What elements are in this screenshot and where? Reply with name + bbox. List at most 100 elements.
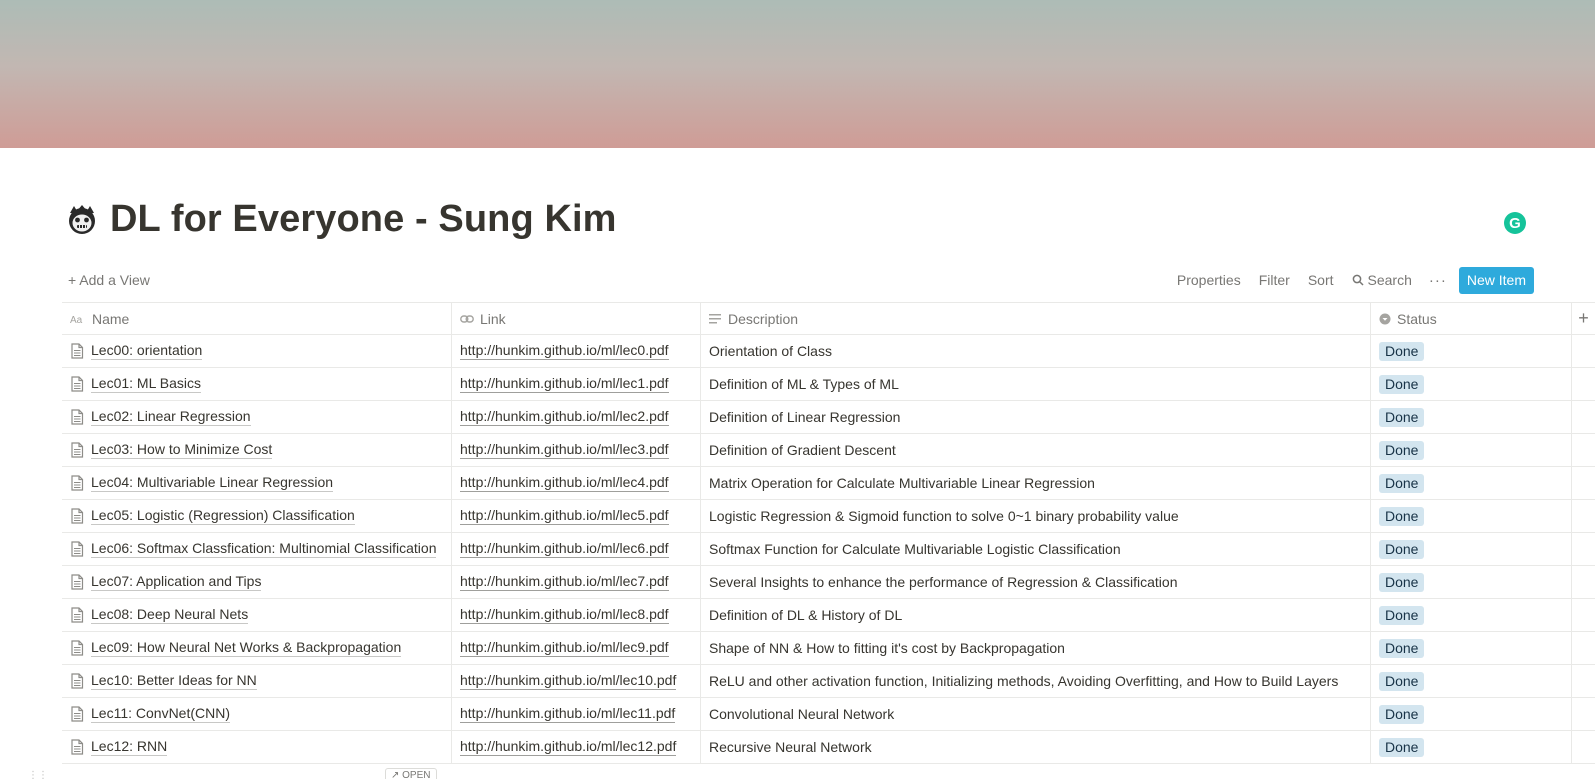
column-header-description[interactable]: Description: [701, 303, 1371, 334]
link-cell[interactable]: http://hunkim.github.io/ml/lec3.pdf: [452, 434, 701, 466]
link-cell[interactable]: http://hunkim.github.io/ml/lec11.pdf: [452, 698, 701, 730]
name-cell[interactable]: Lec03: How to Minimize Cost: [62, 434, 452, 466]
open-page-button[interactable]: ↗ OPEN: [385, 768, 437, 779]
add-view-button[interactable]: + Add a View: [62, 268, 156, 292]
row-name[interactable]: Lec04: Multivariable Linear Regression: [91, 474, 334, 492]
status-cell[interactable]: Done: [1371, 566, 1572, 598]
link-cell[interactable]: http://hunkim.github.io/ml/lec2.pdf: [452, 401, 701, 433]
row-name[interactable]: Lec11: ConvNet(CNN): [91, 705, 231, 723]
row-link[interactable]: http://hunkim.github.io/ml/lec12.pdf: [460, 738, 677, 756]
table-row[interactable]: Lec03: How to Minimize Cost http://hunkim…: [62, 434, 1595, 467]
link-cell[interactable]: http://hunkim.github.io/ml/lec4.pdf: [452, 467, 701, 499]
table-row[interactable]: Lec04: Multivariable Linear Regression ht…: [62, 467, 1595, 500]
link-cell[interactable]: http://hunkim.github.io/ml/lec6.pdf: [452, 533, 701, 565]
filter-button[interactable]: Filter: [1250, 268, 1299, 292]
table-row[interactable]: Lec10: Better Ideas for NN http://hunkim.…: [62, 665, 1595, 698]
description-cell[interactable]: Definition of Gradient Descent: [701, 434, 1371, 466]
row-link[interactable]: http://hunkim.github.io/ml/lec3.pdf: [460, 441, 669, 459]
new-item-button[interactable]: New Item: [1458, 266, 1534, 294]
name-cell[interactable]: Lec01: ML Basics: [62, 368, 452, 400]
name-cell[interactable]: Lec04: Multivariable Linear Regression: [62, 467, 452, 499]
status-cell[interactable]: Done: [1371, 434, 1572, 466]
description-cell[interactable]: Matrix Operation for Calculate Multivari…: [701, 467, 1371, 499]
link-cell[interactable]: http://hunkim.github.io/ml/lec0.pdf: [452, 335, 701, 367]
row-name[interactable]: Lec03: How to Minimize Cost: [91, 441, 273, 459]
row-link[interactable]: http://hunkim.github.io/ml/lec5.pdf: [460, 507, 669, 525]
status-cell[interactable]: Done: [1371, 467, 1572, 499]
status-cell[interactable]: Done: [1371, 632, 1572, 664]
name-cell[interactable]: Lec02: Linear Regression: [62, 401, 452, 433]
link-cell[interactable]: http://hunkim.github.io/ml/lec9.pdf: [452, 632, 701, 664]
description-cell[interactable]: Recursive Neural Network: [701, 731, 1371, 763]
status-cell[interactable]: Done: [1371, 665, 1572, 697]
page-title[interactable]: DL for Everyone - Sung Kim: [110, 198, 617, 241]
name-cell[interactable]: Lec06: Softmax Classfication: Multinomia…: [62, 533, 452, 565]
status-cell[interactable]: Done: [1371, 533, 1572, 565]
description-cell[interactable]: Softmax Function for Calculate Multivari…: [701, 533, 1371, 565]
name-cell[interactable]: Lec11: ConvNet(CNN): [62, 698, 452, 730]
row-name[interactable]: Lec07: Application and Tips: [91, 573, 262, 591]
row-name[interactable]: Lec05: Logistic (Regression) Classificat…: [91, 507, 355, 525]
row-name[interactable]: Lec09: How Neural Net Works & Backpropag…: [91, 639, 402, 657]
description-cell[interactable]: ReLU and other activation function, Init…: [701, 665, 1371, 697]
mascot-avatar-icon[interactable]: [64, 201, 100, 237]
description-cell[interactable]: Convolutional Neural Network: [701, 698, 1371, 730]
description-cell[interactable]: Definition of ML & Types of ML: [701, 368, 1371, 400]
table-row[interactable]: Lec07: Application and Tips http://hunkim…: [62, 566, 1595, 599]
table-row[interactable]: Lec11: ConvNet(CNN) http://hunkim.github.…: [62, 698, 1595, 731]
grammarly-icon[interactable]: G: [1504, 212, 1526, 234]
row-link[interactable]: http://hunkim.github.io/ml/lec10.pdf: [460, 672, 677, 690]
row-link[interactable]: http://hunkim.github.io/ml/lec0.pdf: [460, 342, 669, 360]
link-cell[interactable]: http://hunkim.github.io/ml/lec8.pdf: [452, 599, 701, 631]
status-cell[interactable]: Done: [1371, 731, 1572, 763]
name-cell[interactable]: Lec00: orientation: [62, 335, 452, 367]
description-cell[interactable]: Several Insights to enhance the performa…: [701, 566, 1371, 598]
table-row[interactable]: Lec02: Linear Regression http://hunkim.gi…: [62, 401, 1595, 434]
description-cell[interactable]: Definition of Linear Regression: [701, 401, 1371, 433]
table-row[interactable]: Lec00: orientation http://hunkim.github.i…: [62, 335, 1595, 368]
table-row[interactable]: Lec08: Deep Neural Nets http://hunkim.git…: [62, 599, 1595, 632]
column-header-status[interactable]: Status: [1371, 303, 1572, 334]
status-cell[interactable]: Done: [1371, 500, 1572, 532]
name-cell[interactable]: Lec09: How Neural Net Works & Backpropag…: [62, 632, 452, 664]
link-cell[interactable]: http://hunkim.github.io/ml/lec12.pdf: [452, 731, 701, 763]
name-cell[interactable]: Lec05: Logistic (Regression) Classificat…: [62, 500, 452, 532]
drag-handle-icon[interactable]: ⋮⋮: [28, 770, 48, 779]
status-cell[interactable]: Done: [1371, 401, 1572, 433]
name-cell[interactable]: Lec12: RNN: [62, 731, 452, 763]
description-cell[interactable]: Definition of DL & History of DL: [701, 599, 1371, 631]
row-link[interactable]: http://hunkim.github.io/ml/lec11.pdf: [460, 705, 676, 723]
row-name[interactable]: Lec12: RNN: [91, 738, 168, 756]
row-link[interactable]: http://hunkim.github.io/ml/lec8.pdf: [460, 606, 669, 624]
link-cell[interactable]: http://hunkim.github.io/ml/lec10.pdf: [452, 665, 701, 697]
row-link[interactable]: http://hunkim.github.io/ml/lec1.pdf: [460, 375, 669, 393]
status-cell[interactable]: Done: [1371, 368, 1572, 400]
search-button[interactable]: Search: [1343, 268, 1421, 292]
link-cell[interactable]: http://hunkim.github.io/ml/lec5.pdf: [452, 500, 701, 532]
column-header-link[interactable]: Link: [452, 303, 701, 334]
row-name[interactable]: Lec01: ML Basics: [91, 375, 201, 393]
row-name[interactable]: Lec02: Linear Regression: [91, 408, 251, 426]
properties-button[interactable]: Properties: [1168, 268, 1250, 292]
row-name[interactable]: Lec06: Softmax Classfication: Multinomia…: [91, 540, 437, 558]
page-cover[interactable]: [0, 0, 1595, 148]
status-cell[interactable]: Done: [1371, 698, 1572, 730]
row-name[interactable]: Lec10: Better Ideas for NN: [91, 672, 257, 690]
status-cell[interactable]: Done: [1371, 335, 1572, 367]
name-cell[interactable]: Lec08: Deep Neural Nets: [62, 599, 452, 631]
table-row[interactable]: Lec09: How Neural Net Works & Backpropag…: [62, 632, 1595, 665]
name-cell[interactable]: Lec10: Better Ideas for NN: [62, 665, 452, 697]
table-row[interactable]: Lec06: Softmax Classfication: Multinomia…: [62, 533, 1595, 566]
link-cell[interactable]: http://hunkim.github.io/ml/lec7.pdf: [452, 566, 701, 598]
column-header-name[interactable]: Aa Name: [62, 303, 452, 334]
sort-button[interactable]: Sort: [1299, 268, 1343, 292]
description-cell[interactable]: Logistic Regression & Sigmoid function t…: [701, 500, 1371, 532]
status-cell[interactable]: Done: [1371, 599, 1572, 631]
row-name[interactable]: Lec00: orientation: [91, 342, 203, 360]
description-cell[interactable]: Shape of NN & How to fitting it's cost b…: [701, 632, 1371, 664]
link-cell[interactable]: http://hunkim.github.io/ml/lec1.pdf: [452, 368, 701, 400]
more-options-button[interactable]: ···: [1421, 268, 1455, 293]
name-cell[interactable]: Lec07: Application and Tips: [62, 566, 452, 598]
description-cell[interactable]: Orientation of Class: [701, 335, 1371, 367]
row-link[interactable]: http://hunkim.github.io/ml/lec4.pdf: [460, 474, 669, 492]
